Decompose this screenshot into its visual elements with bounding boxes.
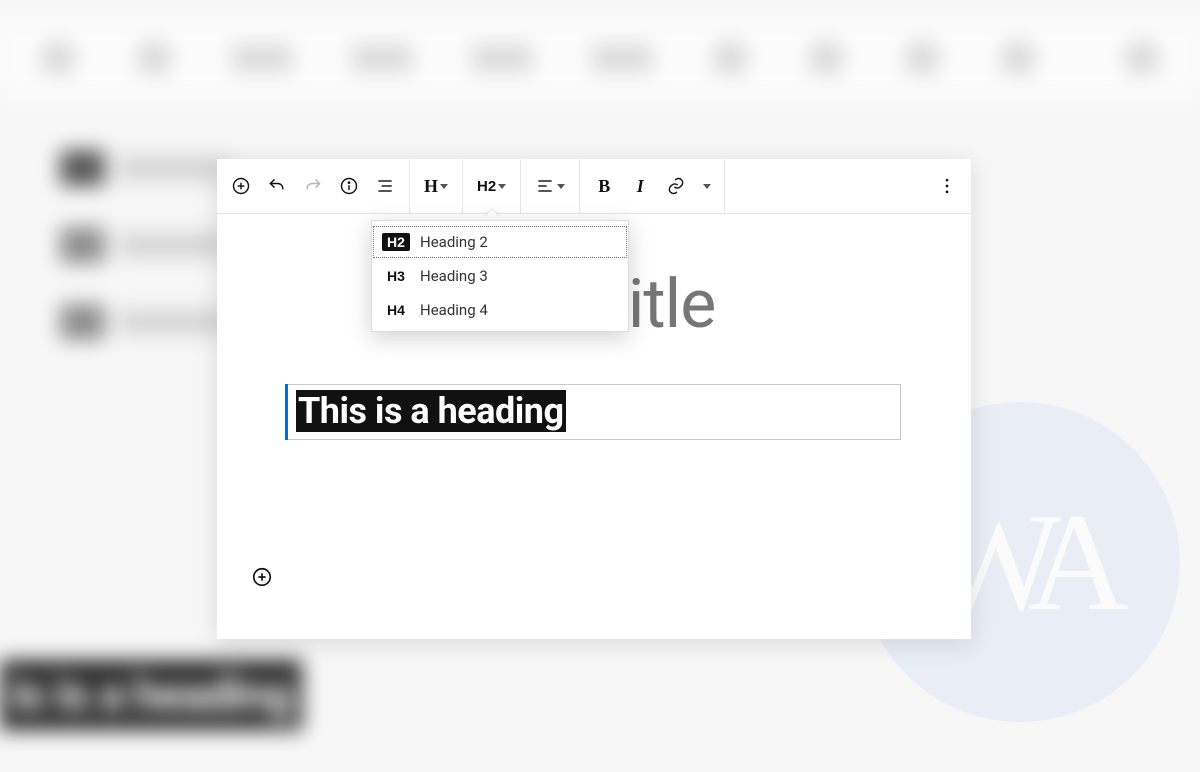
heading-level-menu: H2 Heading 2 H3 Heading 3 H4 Heading 4 <box>371 220 629 332</box>
heading-block-text[interactable]: This is a heading <box>296 390 566 432</box>
more-format-dropdown[interactable] <box>696 170 716 202</box>
redo-button[interactable] <box>297 170 329 202</box>
link-icon <box>666 176 686 196</box>
chevron-down-icon <box>440 184 448 189</box>
heading-option-label: Heading 3 <box>420 267 488 285</box>
heading-level-label: H2 <box>477 178 496 195</box>
info-button[interactable] <box>333 170 365 202</box>
more-options-button[interactable] <box>931 170 963 202</box>
italic-button[interactable]: I <box>624 170 656 202</box>
kebab-icon <box>937 176 957 196</box>
block-type-dropdown[interactable]: H <box>418 170 454 202</box>
heading-option-badge: H3 <box>382 267 410 285</box>
heading-option-badge: H2 <box>382 233 410 251</box>
add-block-below-button[interactable] <box>251 566 273 592</box>
heading-option-h4[interactable]: H4 Heading 4 <box>372 293 628 327</box>
align-dropdown[interactable] <box>529 170 571 202</box>
heading-level-dropdown[interactable]: H2 <box>471 170 512 202</box>
link-button[interactable] <box>660 170 692 202</box>
heading-option-h2[interactable]: H2 Heading 2 <box>372 225 628 259</box>
bold-button[interactable]: B <box>588 170 620 202</box>
align-left-icon <box>535 176 555 196</box>
chevron-down-icon <box>557 184 565 189</box>
plus-circle-icon <box>251 566 273 588</box>
undo-button[interactable] <box>261 170 293 202</box>
ghost-selected-heading: is is a heading <box>0 660 302 730</box>
heading-option-badge: H4 <box>382 301 410 319</box>
chevron-down-icon <box>703 184 711 189</box>
heading-option-h3[interactable]: H3 Heading 3 <box>372 259 628 293</box>
block-type-label: H <box>424 176 438 197</box>
add-block-button[interactable] <box>225 170 257 202</box>
editor-toolbar: H H2 B I <box>217 159 971 214</box>
editor-window: H H2 B I <box>217 159 971 639</box>
outline-button[interactable] <box>369 170 401 202</box>
heading-option-label: Heading 4 <box>420 301 488 319</box>
heading-block-selected[interactable]: This is a heading <box>287 384 901 440</box>
chevron-down-icon <box>498 184 506 189</box>
heading-option-label: Heading 2 <box>420 233 488 251</box>
